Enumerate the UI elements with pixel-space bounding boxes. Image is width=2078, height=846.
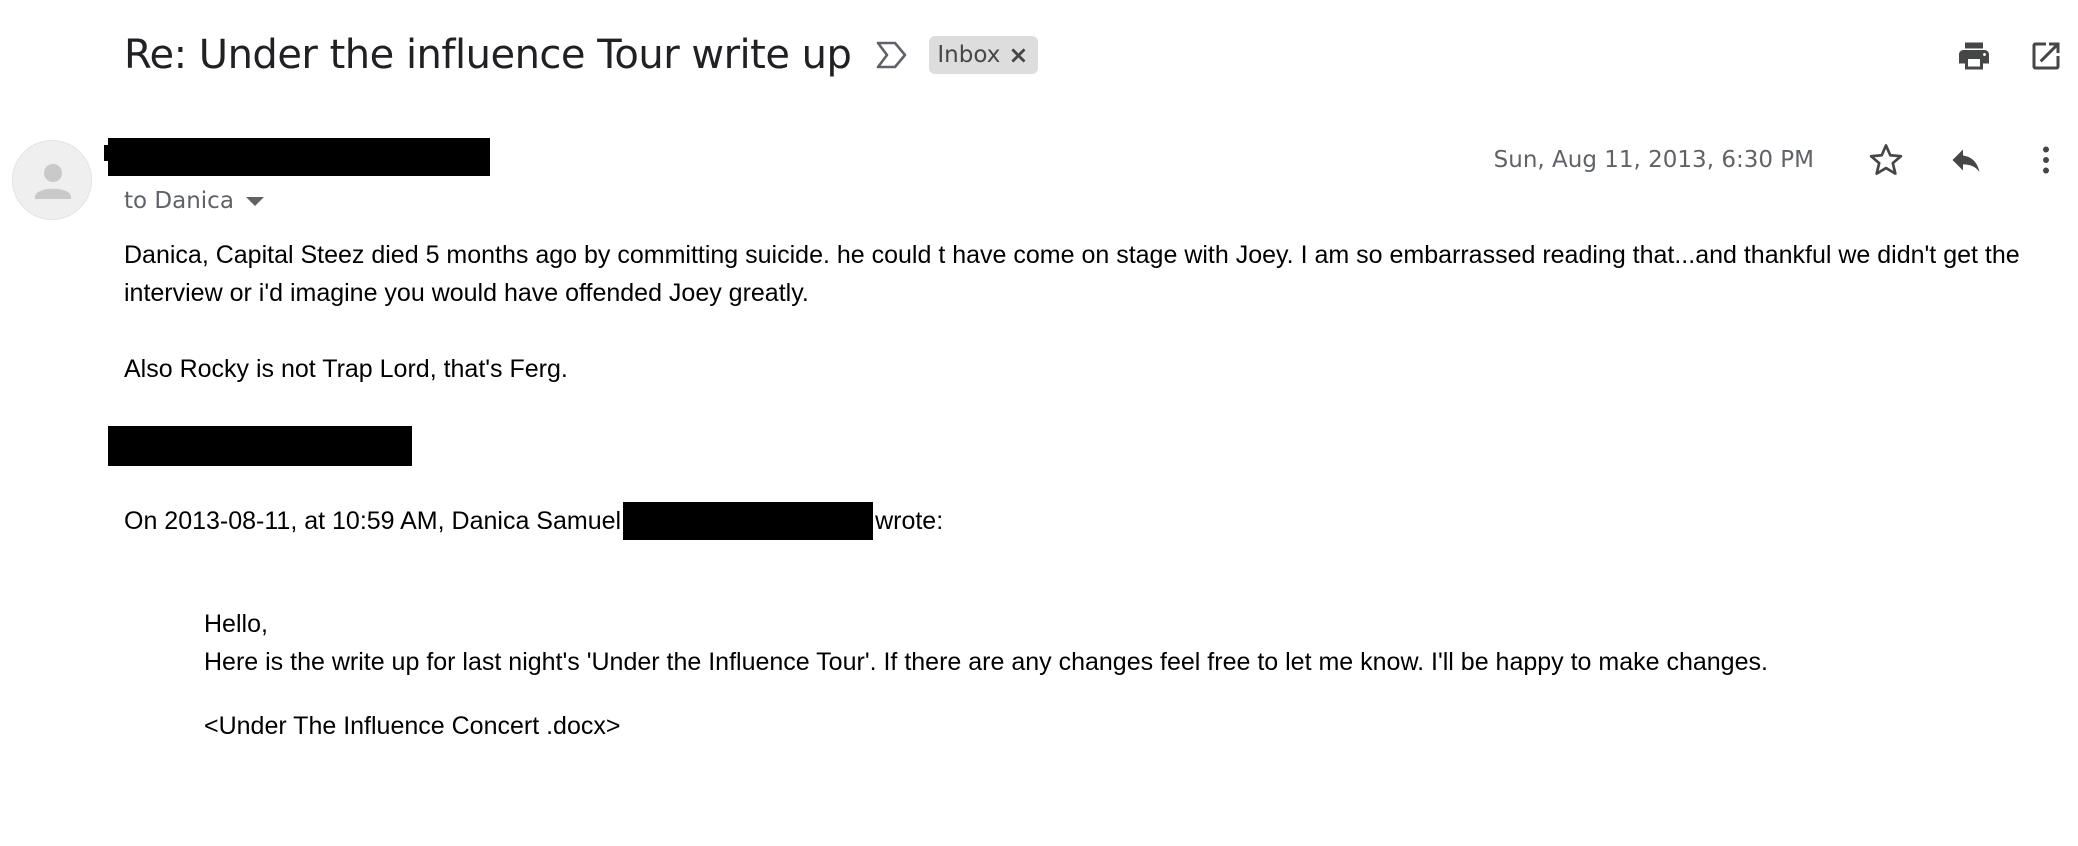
quote-attribution-suffix: wrote: — [875, 507, 944, 535]
show-details-caret-icon[interactable] — [245, 196, 264, 206]
quote-attribution: On 2013-08-11, at 10:59 AM, Danica Samue… — [124, 502, 943, 540]
subject-row: Re: Under the influence Tour write up In… — [124, 24, 1039, 86]
sender-name-redaction — [108, 138, 490, 176]
sender-name-redaction-edge — [104, 145, 114, 161]
quote-attribution-text: On 2013-08-11, at 10:59 AM, Danica Samue… — [124, 507, 622, 535]
recipients-row[interactable]: to Danica — [124, 184, 264, 218]
importance-marker-icon[interactable] — [875, 37, 911, 73]
email-address-redaction — [623, 502, 874, 540]
message-date: Sun, Aug 11, 2013, 6:30 PM — [1493, 147, 1814, 173]
print-icon[interactable] — [1952, 34, 1996, 78]
person-icon — [35, 164, 71, 199]
reply-icon[interactable] — [1944, 138, 1988, 182]
message-paragraph: Danica, Capital Steez died 5 months ago … — [124, 241, 2020, 307]
message-paragraph: Also Rocky is not Trap Lord, that's Ferg… — [124, 355, 568, 383]
email-subject: Re: Under the influence Tour write up — [124, 32, 852, 78]
quoted-greeting: Hello, — [204, 610, 268, 638]
label-chip-inbox: Inbox × — [929, 36, 1039, 74]
more-vert-icon[interactable] — [2024, 138, 2068, 182]
star-icon[interactable] — [1864, 138, 1908, 182]
sender-avatar[interactable] — [12, 140, 92, 220]
quoted-attachment: <Under The Influence Concert .docx> — [204, 712, 621, 740]
open-in-new-window-icon[interactable] — [2024, 34, 2068, 78]
remove-label-icon[interactable]: × — [1008, 41, 1028, 69]
recipients-text: to Danica — [124, 188, 234, 214]
quoted-body: Here is the write up for last night's 'U… — [204, 648, 1768, 676]
signature-redaction-bar — [112, 440, 412, 466]
label-chip-text: Inbox — [937, 42, 1001, 68]
